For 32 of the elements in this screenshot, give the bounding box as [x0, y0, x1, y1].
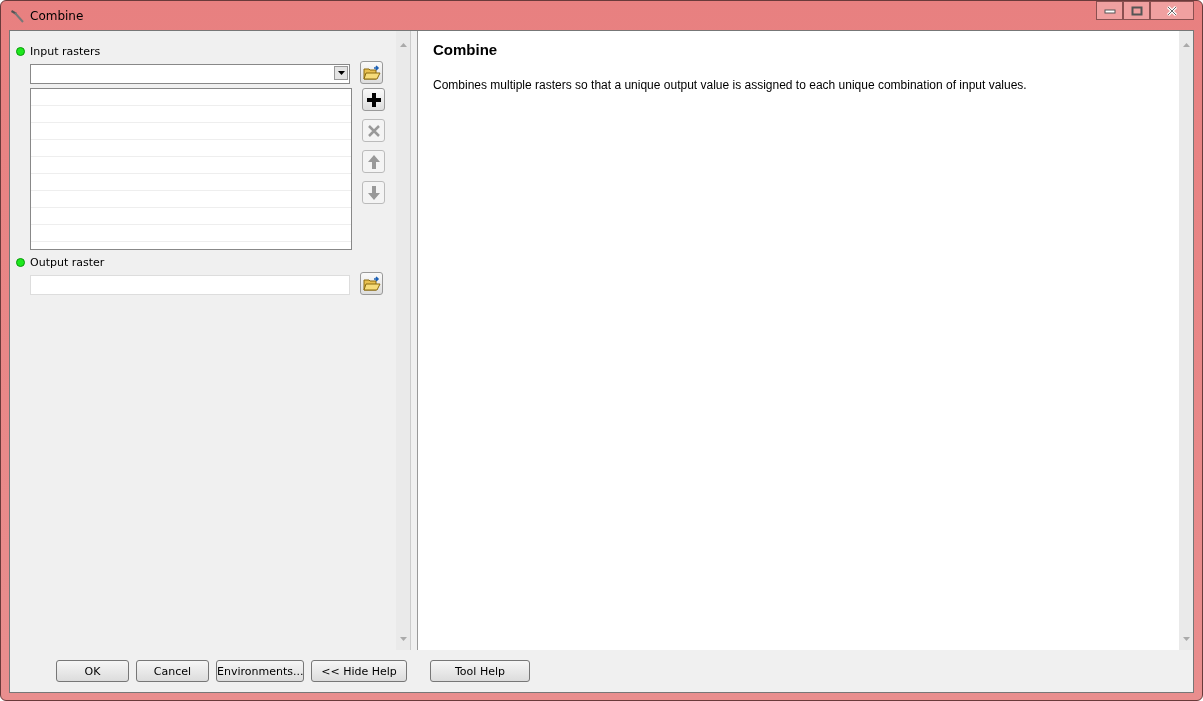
- close-button[interactable]: [1150, 1, 1194, 20]
- down-arrow-icon: [366, 184, 381, 201]
- maximize-icon: [1130, 5, 1143, 16]
- help-text: Combines multiple rasters so that a unique output value is assigned to each unique combination of input values.: [433, 78, 1028, 92]
- folder-icon: [362, 64, 381, 81]
- scrollbar[interactable]: [396, 31, 410, 650]
- move-down-button[interactable]: [362, 181, 385, 204]
- output-raster-field[interactable]: [30, 275, 350, 295]
- help-title: Combine: [433, 41, 499, 58]
- x-icon: [367, 124, 380, 137]
- browse-folder-button[interactable]: [360, 272, 383, 295]
- input-combobox[interactable]: [30, 64, 350, 84]
- up-arrow-icon: [366, 153, 381, 170]
- add-button[interactable]: [362, 88, 385, 111]
- dialog-button[interactable]: Cancel: [136, 660, 209, 682]
- window-title: Combine: [30, 8, 84, 23]
- dialog-button[interactable]: << Hide Help: [311, 660, 407, 682]
- dialog-button[interactable]: Environments...: [216, 660, 304, 682]
- scrollbar[interactable]: [1179, 31, 1193, 650]
- close-icon: [1166, 5, 1178, 16]
- dialog-button[interactable]: Tool Help: [430, 660, 530, 682]
- minimize-icon: [1103, 7, 1116, 14]
- minimize-button[interactable]: [1096, 1, 1123, 20]
- move-up-button[interactable]: [362, 150, 385, 173]
- maximize-button[interactable]: [1123, 1, 1150, 20]
- browse-folder-button[interactable]: [360, 61, 383, 84]
- remove-button[interactable]: [362, 119, 385, 142]
- parameter-label: Input rasters: [30, 44, 101, 58]
- parameter-label: Output raster: [30, 255, 105, 269]
- folder-icon: [362, 275, 381, 292]
- dialog-button[interactable]: OK: [56, 660, 129, 682]
- plus-icon: [365, 91, 382, 108]
